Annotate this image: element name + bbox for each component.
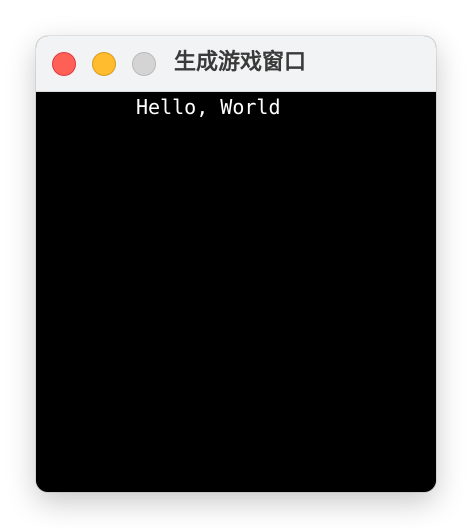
minimize-window-button[interactable] — [92, 52, 116, 76]
window-titlebar[interactable]: 生成游戏窗口 — [36, 36, 436, 92]
close-window-button[interactable] — [52, 52, 76, 76]
game-window: 生成游戏窗口 Hello, World — [36, 36, 436, 492]
zoom-window-button[interactable] — [132, 52, 156, 76]
game-canvas[interactable]: Hello, World — [36, 92, 436, 492]
hello-world-text: Hello, World — [136, 95, 281, 119]
window-title: 生成游戏窗口 — [174, 50, 307, 75]
